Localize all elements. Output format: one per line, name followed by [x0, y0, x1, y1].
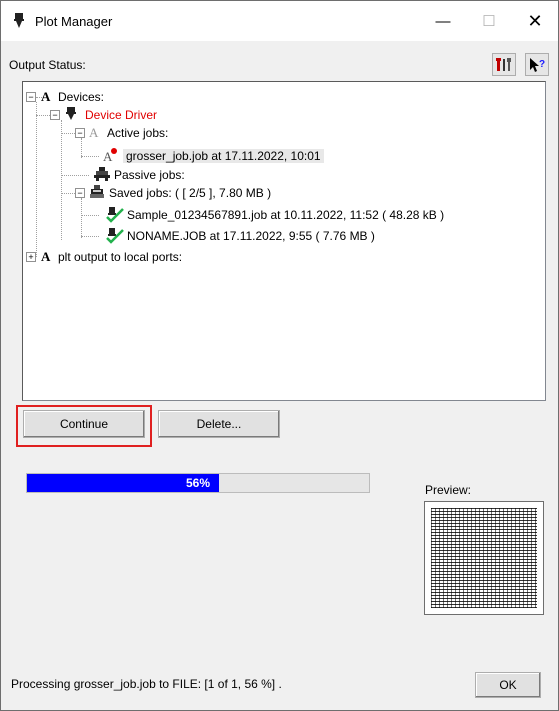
plot-manager-window: Plot Manager — ☐ ✕ Output Status: ? − A … [0, 0, 559, 711]
plotter-device-icon [93, 166, 111, 185]
tree-line [81, 236, 99, 237]
tree-line [61, 120, 62, 240]
expand-active-jobs-toggle[interactable]: − [75, 128, 85, 138]
settings-tools-button[interactable] [492, 53, 516, 76]
tools-icon [496, 57, 511, 71]
tree-line [81, 156, 99, 157]
expand-devices-toggle[interactable]: − [26, 92, 36, 102]
output-status-label: Output Status: [9, 58, 86, 72]
tree-node-saved-job-1-label: Sample_01234567891.job at 10.11.2022, 11… [127, 208, 445, 222]
tree-node-active-jobs-label: Active jobs: [107, 126, 169, 140]
close-button[interactable]: ✕ [512, 1, 558, 41]
maximize-button[interactable]: ☐ [466, 1, 512, 41]
expand-device-driver-toggle[interactable]: − [50, 110, 60, 120]
tree-node-plt-output[interactable]: A plt output to local ports: [41, 248, 182, 266]
minimize-button[interactable]: — [420, 1, 466, 41]
tree-line [61, 175, 89, 176]
tree-node-passive-jobs-label: Passive jobs: [114, 168, 185, 182]
status-text: Processing grosser_job.job to FILE: [1 o… [11, 677, 282, 691]
tree-line [36, 102, 37, 257]
font-a-grey-icon: A [89, 125, 99, 140]
tree-node-saved-job-2-label: NONAME.JOB at 17.11.2022, 9:55 ( 7.76 MB… [127, 229, 375, 243]
progress-bar: 56% [26, 473, 370, 493]
preview-thumbnail[interactable] [424, 501, 544, 615]
font-a-icon: A [41, 249, 51, 264]
preview-label: Preview: [425, 483, 472, 497]
expand-plt-output-toggle[interactable]: + [26, 252, 36, 262]
tree-node-devices-label: Devices: [58, 90, 105, 104]
output-status-tree[interactable]: − A Devices: − Device Driver − A Active … [22, 81, 546, 401]
tree-line [81, 198, 82, 238]
saved-job-check-icon [101, 228, 125, 244]
tree-node-device-driver-label: Device Driver [85, 108, 158, 122]
tree-node-saved-jobs[interactable]: Saved jobs: ( [ 2/5 ], 7.80 MB ) [89, 184, 271, 202]
preview-image-overlay [431, 508, 537, 608]
saved-plotter-icon [89, 184, 105, 203]
tree-node-active-job-label: grosser_job.job at 17.11.2022, 10:01 [123, 149, 324, 163]
delete-button[interactable]: Delete... [158, 410, 280, 438]
saved-job-check-icon [101, 207, 125, 223]
tree-line [36, 115, 50, 116]
tree-line [81, 215, 99, 216]
tree-node-saved-job-1[interactable]: Sample_01234567891.job at 10.11.2022, 11… [101, 206, 444, 224]
tree-node-active-jobs[interactable]: A Active jobs: [89, 124, 168, 142]
tree-node-saved-jobs-label: Saved jobs: ( [ 2/5 ], 7.80 MB ) [109, 186, 272, 200]
window-title: Plot Manager [35, 14, 113, 29]
tree-line [61, 193, 75, 194]
plotter-pen-icon [12, 13, 26, 29]
tree-node-plt-output-label: plt output to local ports: [58, 250, 183, 264]
tree-node-active-job-item[interactable]: A grosser_job.job at 17.11.2022, 10:01 [101, 147, 324, 165]
ok-button[interactable]: OK [475, 672, 541, 698]
context-help-button[interactable]: ? [525, 53, 549, 76]
job-running-icon: A [101, 148, 121, 164]
svg-text:?: ? [539, 59, 545, 70]
font-a-icon: A [41, 89, 51, 104]
help-pointer-icon: ? [530, 57, 545, 72]
tree-line [81, 138, 82, 158]
tree-node-saved-job-2[interactable]: NONAME.JOB at 17.11.2022, 9:55 ( 7.76 MB… [101, 227, 375, 245]
tree-line [61, 133, 75, 134]
progress-label: 56% [185, 476, 211, 490]
tree-node-passive-jobs[interactable]: Passive jobs: [93, 166, 185, 184]
expand-saved-jobs-toggle[interactable]: − [75, 188, 85, 198]
plotter-pen-icon [65, 106, 77, 124]
continue-button[interactable]: Continue [23, 410, 145, 438]
tree-node-device-driver[interactable]: Device Driver [65, 106, 157, 124]
tree-node-devices[interactable]: A Devices: [41, 88, 104, 106]
title-bar[interactable]: Plot Manager — ☐ ✕ [1, 1, 558, 41]
